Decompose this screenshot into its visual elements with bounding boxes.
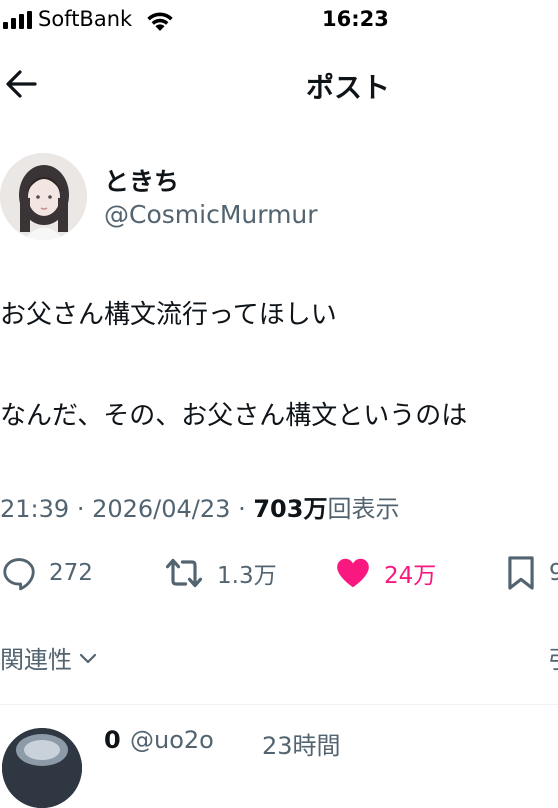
top-nav: ポスト <box>0 55 558 115</box>
chevron-down-icon <box>79 653 97 663</box>
carrier-label: SoftBank <box>38 7 133 31</box>
back-arrow-icon[interactable] <box>4 67 38 101</box>
bookmark-icon <box>508 556 534 590</box>
reply-display-name[interactable]: 0 <box>104 726 121 754</box>
author-display-name[interactable]: ときち <box>104 162 179 198</box>
view-count: 703万 <box>253 495 328 523</box>
wifi-icon <box>147 12 173 31</box>
cellular-signal-icon <box>3 11 32 29</box>
repost-button[interactable]: 1.3万 <box>162 553 277 593</box>
tweet-date: 2026/04/23 <box>92 495 231 523</box>
tweet-text-line: お父さん構文流行ってほしい <box>0 300 337 330</box>
tweet-meta: 21:39 · 2026/04/23 · 703万回表示 <box>0 489 399 524</box>
like-count: 24万 <box>384 563 437 589</box>
repost-count: 1.3万 <box>217 563 277 589</box>
author-handle[interactable]: @CosmicMurmur <box>104 200 318 229</box>
reply-button[interactable]: 272 <box>0 553 93 593</box>
page-title: ポスト <box>306 71 391 104</box>
repost-icon <box>165 558 203 588</box>
reply-count: 272 <box>49 560 93 586</box>
bookmark-button[interactable]: 9 <box>504 553 558 593</box>
bookmark-count: 9 <box>549 560 558 586</box>
reply-icon <box>3 558 35 591</box>
tweet-text-line: なんだ、その、お父さん構文というのは <box>0 401 468 431</box>
reply-avatar[interactable] <box>2 728 82 808</box>
reply-avatar-image <box>2 728 82 808</box>
tweet-time: 21:39 <box>0 495 70 523</box>
like-button[interactable]: 24万 <box>333 553 436 593</box>
heart-filled-icon <box>337 558 369 588</box>
status-bar: SoftBank 16:23 <box>0 0 558 44</box>
avatar-illustration <box>0 153 87 240</box>
author-avatar[interactable] <box>0 153 87 240</box>
view-count-label: 回表示 <box>327 495 400 523</box>
sort-label: 関連性 <box>0 646 72 674</box>
reply-sort-dropdown[interactable]: 関連性 <box>0 640 98 675</box>
reply-handle[interactable]: @uo2o <box>130 726 214 754</box>
meta-separator: · <box>76 495 85 523</box>
reply-timestamp: 23時間 <box>262 732 341 760</box>
clock: 16:23 <box>322 7 389 31</box>
meta-separator: · <box>238 495 246 523</box>
sort-right-label[interactable]: 引 <box>548 640 558 675</box>
divider <box>0 704 558 705</box>
